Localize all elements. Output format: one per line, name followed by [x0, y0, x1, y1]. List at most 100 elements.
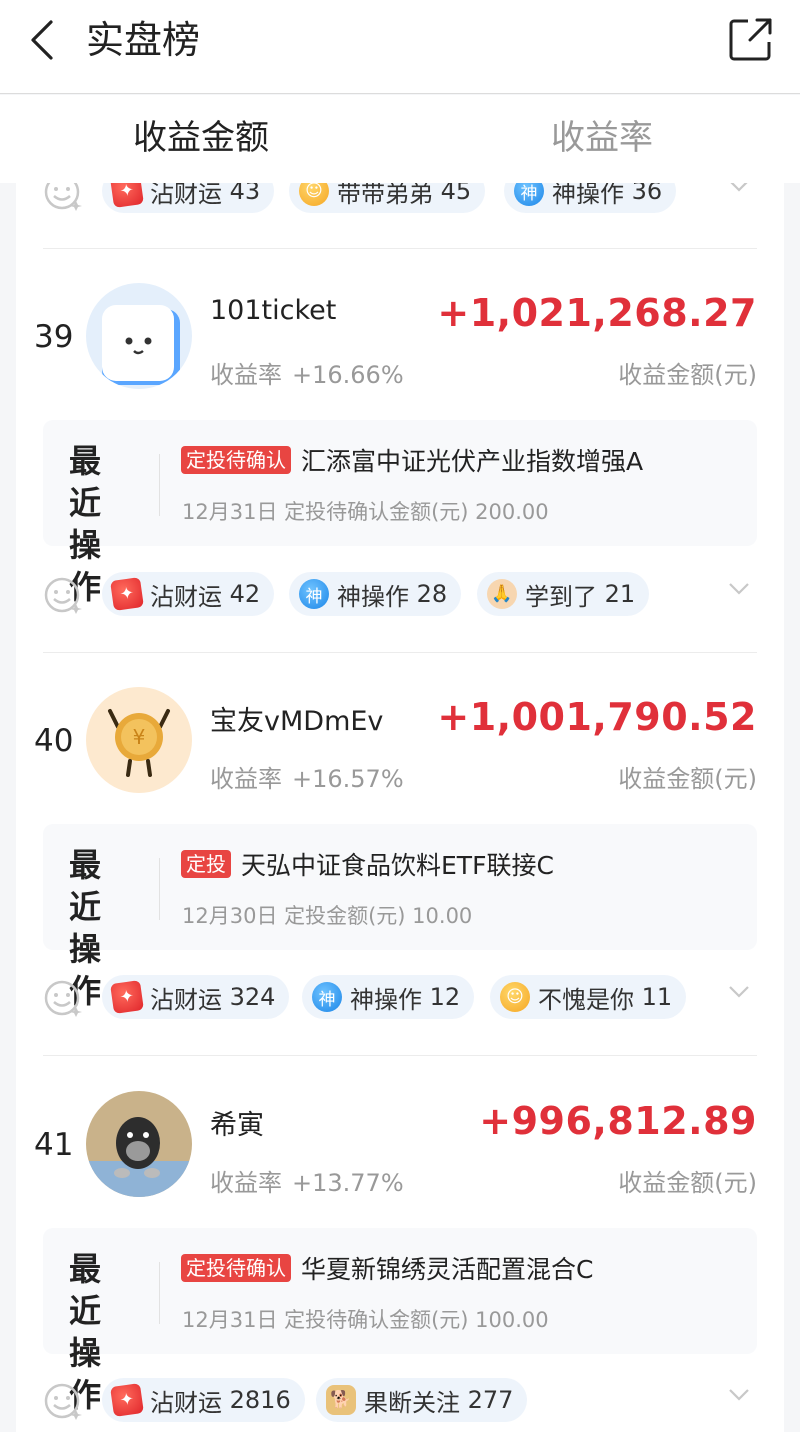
reaction-chip[interactable]: ✦ 沾财运 2816 — [102, 1378, 305, 1422]
reaction-row: ✦ 沾财运 2816 🐕 果断关注 277 — [16, 1372, 784, 1428]
god-icon: 神 — [299, 579, 329, 609]
avatar[interactable] — [86, 283, 192, 389]
fund-name[interactable]: 天弘中证食品饮料ETF联接C — [241, 846, 554, 882]
avatar[interactable]: ¥ — [86, 687, 192, 793]
profit-rate-label: 收益率 — [210, 361, 282, 389]
divider — [43, 248, 757, 249]
operation-detail: 12月31日 定投待确认金额(元) 200.00 — [182, 500, 549, 524]
divider — [159, 858, 160, 920]
profit-amount-label: 收益金额(元) — [618, 765, 757, 793]
divider — [159, 454, 160, 516]
divider — [43, 1055, 757, 1056]
operation-badge: 定投待确认 — [181, 446, 291, 474]
rank-number: 41 — [34, 1127, 74, 1163]
reaction-chip[interactable]: 神 神操作 36 — [504, 183, 677, 213]
profit-rate-value: +16.66% — [292, 361, 404, 389]
reaction-chip[interactable]: 🙏 学到了 21 — [477, 572, 650, 616]
rank-number: 40 — [34, 723, 74, 759]
chevron-down-icon[interactable] — [728, 582, 750, 596]
tab-profit-rate[interactable]: 收益率 — [551, 115, 653, 161]
reaction-label: 带带弟弟 — [337, 183, 433, 208]
operation-badge: 定投待确认 — [181, 1254, 291, 1282]
reaction-label: 神操作 — [552, 183, 624, 208]
reaction-label: 沾财运 — [150, 1388, 222, 1417]
reaction-count: 2816 — [229, 1386, 291, 1414]
reaction-row: ✦ 沾财运 42 神 神操作 28 🙏 学到了 21 — [16, 566, 784, 622]
reaction-chip[interactable]: 神 神操作 28 — [289, 572, 462, 616]
profit-rate-label: 收益率 — [210, 1169, 282, 1197]
profit-rate: 收益率 +16.66% — [210, 355, 404, 390]
reaction-chip[interactable]: ✦ 沾财运 324 — [102, 975, 290, 1019]
recent-operation-title-line: 最近 — [69, 1250, 106, 1330]
recent-operation[interactable]: 最近 操作 定投待确认 华夏新锦绣灵活配置混合C 12月31日 定投待确认金额(元… — [43, 1228, 757, 1414]
fund-name[interactable]: 汇添富中证光伏产业指数增强A — [301, 442, 643, 478]
lucky-icon: ✦ — [110, 980, 144, 1014]
reaction-row: ✦ 沾财运 43 ☺ 带带弟弟 45 神 神操作 36 — [16, 183, 784, 219]
reaction-count: 43 — [229, 183, 261, 205]
fund-name[interactable]: 华夏新锦绣灵活配置混合C — [301, 1250, 593, 1286]
username[interactable]: 101ticket — [210, 295, 336, 326]
operation-detail: 12月30日 定投金额(元) 10.00 — [182, 904, 473, 928]
add-reaction-icon[interactable] — [42, 977, 84, 1019]
divider — [43, 652, 757, 653]
nav-bar: 实盘榜 — [0, 0, 800, 94]
profit-amount: +1,021,268.27 — [437, 291, 757, 335]
profit-rate-value: +13.77% — [292, 1169, 404, 1197]
reaction-chip[interactable]: ✦ 沾财运 43 — [102, 183, 275, 213]
reaction-count: 21 — [604, 580, 636, 608]
profit-rate: 收益率 +13.77% — [210, 1163, 404, 1198]
chevron-down-icon[interactable] — [728, 985, 750, 999]
tab-profit-amount[interactable]: 收益金额 — [133, 115, 269, 161]
reaction-chip[interactable]: ☺ 带带弟弟 45 — [289, 183, 486, 213]
god-icon: 神 — [312, 982, 342, 1012]
reaction-count: 324 — [229, 983, 276, 1011]
profit-amount: +1,001,790.52 — [437, 695, 757, 739]
recent-operation[interactable]: 最近 操作 定投 天弘中证食品饮料ETF联接C 12月30日 定投金额(元) 10… — [43, 824, 757, 1010]
reaction-label: 学到了 — [525, 582, 597, 611]
recent-operation[interactable]: 最近 操作 定投待确认 汇添富中证光伏产业指数增强A 12月31日 定投待确认金额… — [43, 420, 757, 606]
lucky-icon: ✦ — [110, 183, 144, 208]
profit-amount: +996,812.89 — [479, 1099, 757, 1143]
reaction-count: 11 — [641, 983, 673, 1011]
reaction-count: 277 — [467, 1386, 514, 1414]
avatar[interactable] — [86, 1091, 192, 1197]
back-icon[interactable] — [24, 18, 64, 62]
profit-rate: 收益率 +16.57% — [210, 759, 404, 794]
svg-text:¥: ¥ — [133, 725, 146, 749]
recent-operation-title-line: 最近 — [69, 846, 106, 926]
reaction-chip[interactable]: 🐕 果断关注 277 — [316, 1378, 528, 1422]
add-reaction-icon[interactable] — [42, 574, 84, 616]
doge-icon: 🐕 — [326, 1385, 356, 1415]
recent-operation-title-line: 最近 — [69, 442, 106, 522]
profit-amount-label: 收益金额(元) — [618, 1169, 757, 1197]
chevron-down-icon[interactable] — [728, 1388, 750, 1402]
reaction-label: 沾财运 — [150, 985, 222, 1014]
profit-amount-label: 收益金额(元) — [618, 361, 757, 389]
share-icon[interactable] — [728, 16, 774, 62]
rank-number: 39 — [34, 319, 74, 355]
operation-detail: 12月31日 定投待确认金额(元) 100.00 — [182, 1308, 549, 1332]
reaction-row: ✦ 沾财运 324 神 神操作 12 ☺ 不愧是你 11 — [16, 969, 784, 1025]
reaction-label: 果断关注 — [364, 1388, 460, 1417]
reaction-chip[interactable]: 神 神操作 12 — [302, 975, 475, 1019]
divider — [159, 1262, 160, 1324]
add-reaction-icon[interactable] — [42, 1380, 84, 1422]
username[interactable]: 宝友vMDmEv — [210, 699, 383, 738]
username[interactable]: 希寅 — [210, 1103, 264, 1142]
ranking-list[interactable]: ✦ 沾财运 43 ☺ 带带弟弟 45 神 神操作 36 39 101ticket… — [16, 183, 784, 1432]
operation-fund-line: 定投 天弘中证食品饮料ETF联接C — [181, 846, 554, 882]
clap-hands-icon: 🙏 — [487, 579, 517, 609]
lucky-icon: ✦ — [110, 1383, 144, 1417]
operation-badge: 定投 — [181, 850, 231, 878]
smile-face-icon: ☺ — [299, 183, 329, 206]
reaction-chip[interactable]: ☺ 不愧是你 11 — [490, 975, 687, 1019]
god-icon: 神 — [514, 183, 544, 206]
reaction-count: 36 — [631, 183, 663, 205]
reaction-label: 神操作 — [350, 985, 422, 1014]
reaction-count: 45 — [440, 183, 472, 205]
reaction-chip[interactable]: ✦ 沾财运 42 — [102, 572, 275, 616]
profit-rate-value: +16.57% — [292, 765, 404, 793]
profit-rate-label: 收益率 — [210, 765, 282, 793]
add-reaction-icon[interactable] — [42, 183, 84, 213]
chevron-down-icon[interactable] — [728, 183, 750, 193]
